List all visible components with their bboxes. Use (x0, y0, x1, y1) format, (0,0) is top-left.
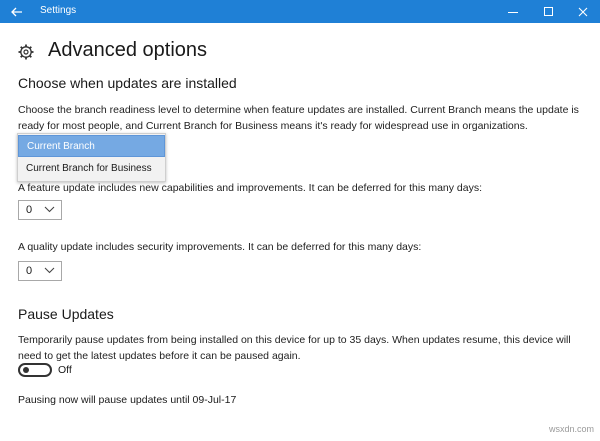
maximize-icon (544, 6, 553, 16)
updates-heading: Choose when updates are installed (18, 75, 237, 91)
back-button[interactable] (0, 0, 33, 23)
settings-content: Advanced options Choose when updates are… (0, 23, 600, 441)
quality-days-select[interactable]: 0 (18, 261, 62, 281)
toggle-knob (23, 367, 29, 373)
quality-update-text: A quality update includes security impro… (18, 241, 422, 253)
pause-note: Pausing now will pause updates until 09-… (18, 394, 237, 406)
pause-heading: Pause Updates (18, 306, 114, 322)
branch-option-business[interactable]: Current Branch for Business (18, 158, 165, 180)
branch-dropdown-menu: Current Branch Current Branch for Busine… (17, 133, 166, 182)
feature-days-select[interactable]: 0 (18, 200, 62, 220)
close-icon (578, 7, 588, 16)
chevron-down-icon (44, 206, 55, 213)
window-title: Settings (40, 5, 77, 16)
pause-description: Temporarily pause updates from being ins… (18, 334, 571, 362)
feature-days-value: 0 (26, 204, 33, 216)
toggle-state-label: Off (58, 364, 72, 376)
minimize-icon (508, 11, 518, 13)
page-title: Advanced options (48, 39, 208, 61)
branch-option-current[interactable]: Current Branch (18, 135, 165, 157)
gear-icon (18, 44, 34, 60)
chevron-down-icon (44, 267, 55, 274)
quality-days-value: 0 (26, 265, 33, 277)
back-arrow-icon (10, 7, 22, 16)
title-bar: Settings (0, 0, 600, 23)
branch-description: Choose the branch readiness level to det… (18, 104, 579, 132)
minimize-button[interactable] (496, 0, 530, 23)
close-button[interactable] (566, 0, 600, 23)
watermark: wsxdn.com (548, 424, 594, 434)
pause-updates-toggle[interactable] (18, 363, 52, 377)
maximize-button[interactable] (532, 0, 566, 23)
feature-update-text: A feature update includes new capabiliti… (18, 182, 483, 194)
